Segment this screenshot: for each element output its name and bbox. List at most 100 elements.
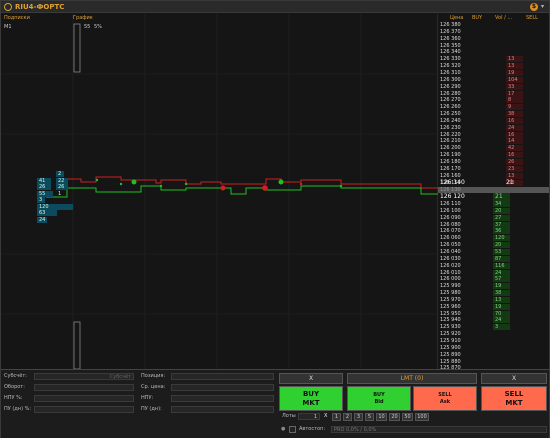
ladder-row[interactable]: 126 110 34 [438,201,549,207]
ladder-row[interactable]: 125 940 24 [438,317,549,324]
bid-volume: 24 [493,317,510,324]
bid-volume: 87 [493,255,510,262]
dollar-icon[interactable]: $ [530,3,538,11]
ladder-row[interactable]: 125 880 [438,359,549,365]
ladder-row[interactable]: 126 080 37 [438,221,549,228]
best-bid-row[interactable]: 126 120 21 [438,193,549,201]
ladder-row[interactable]: 125 910 [438,338,549,344]
sell-ask-button[interactable]: SELL Ask [413,386,477,411]
bid-volume: 19 [493,303,510,310]
ladder-row[interactable]: 126 200 42 [438,145,549,152]
ladder-row[interactable]: 125 980 38 [438,290,549,297]
trade-dot [131,179,137,185]
ladder-row[interactable]: 125 950 70 [438,310,549,317]
ladder-row[interactable]: 126 260 9 [438,104,549,111]
ladder-row[interactable]: 126 210 14 [438,138,549,145]
ladder-row[interactable]: 126 290 33 [438,83,549,90]
subaccount-select[interactable]: Субсчёт [34,373,134,380]
lot-button-5[interactable]: 5 [365,413,374,421]
ladder-row[interactable]: 126 360 [438,36,549,42]
ladder-row[interactable]: 126 220 16 [438,131,549,138]
lot-button-10[interactable]: 10 [376,413,387,421]
ladder-row[interactable]: 126 040 53 [438,248,549,255]
lot-button-100[interactable]: 100 [415,413,429,421]
ladder-row[interactable]: 126 320 13 [438,63,549,70]
ladder-price: 126 000 [440,276,461,283]
bid-volume: 24 [493,269,510,276]
order-book[interactable]: Цена BUY Vol / ... SELL 126 380 126 370 12… [438,14,549,406]
lot-button-2[interactable]: 2 [343,413,352,421]
ladder-row[interactable]: 126 050 20 [438,242,549,249]
ladder-row[interactable]: 126 180 26 [438,159,549,165]
ladder-row[interactable]: 126 010 24 [438,269,549,276]
ladder-row[interactable]: 126 250 38 [438,111,549,118]
lot-button-1[interactable]: 1 [332,413,341,421]
ladder-row[interactable]: 125 920 [438,331,549,337]
ladder-row[interactable]: 126 100 20 [438,207,549,214]
volume-bar-top [73,23,81,73]
ladder-row[interactable]: 126 270 8 [438,97,549,104]
ladder-row[interactable]: 126 230 24 [438,124,549,131]
volume-cell: 24 [37,217,47,223]
ladder-row[interactable]: 126 350 [438,43,549,49]
chevron-down-icon[interactable]: ▾ [541,1,544,13]
ladder-price: 125 940 [440,317,461,324]
timeframe-label: M1 [4,24,12,30]
ladder-row[interactable]: 125 890 [438,352,549,358]
autostop-field[interactable]: PRO 0,0% / 0,0% [331,426,547,433]
buy-bid-button[interactable]: BUY Bid [347,386,411,411]
position-label: Позиция: [141,373,166,379]
ladder-price: 125 980 [440,290,461,297]
ladder-price: 126 330 [440,56,461,63]
bid-volume: 13 [493,296,510,303]
ladder-row[interactable]: 126 160 13 [438,172,549,179]
limit-orders-button[interactable]: LMT (0) [347,373,477,384]
ladder-row[interactable]: 126 170 23 [438,165,549,172]
ladder-row[interactable]: 126 190 16 [438,152,549,159]
ask-volume: 24 [506,124,523,131]
ladder-row[interactable]: 125 960 19 [438,303,549,310]
buy-column-header: BUY [472,15,483,21]
npu-label: НПУ: [141,395,154,401]
ask-volume: 16 [506,131,523,138]
ladder-price: 126 110 [440,201,461,207]
cancel-buy-orders-button[interactable]: X [279,373,343,384]
ladder-row[interactable]: 126 020 116 [438,262,549,269]
ladder-price: 125 910 [440,338,461,344]
price-chart[interactable]: Подписки График M1 55 5% 41 26 55 3 120 … [1,14,438,369]
ladder-row[interactable]: 125 900 [438,345,549,351]
ladder-row[interactable]: 126 330 13 [438,56,549,63]
autostop-checkbox[interactable] [289,426,296,433]
best-bid-volume: 21 [493,193,510,201]
lot-button-3[interactable]: 3 [354,413,363,421]
ladder-row[interactable]: 125 970 13 [438,296,549,303]
ladder-row[interactable]: 125 990 19 [438,283,549,290]
ladder-row[interactable]: 126 070 36 [438,228,549,235]
bid-volume: 37 [493,221,510,228]
lot-button-50[interactable]: 50 [402,413,413,421]
current-price-row[interactable]: 126 140 21 [438,179,549,187]
ladder-row[interactable]: 126 090 27 [438,214,549,221]
ladder-row[interactable]: 126 060 120 [438,235,549,242]
ladder-row[interactable]: 126 240 16 [438,117,549,124]
ask-volume: 38 [506,111,523,118]
ladder-row[interactable]: 126 030 87 [438,255,549,262]
sell-market-button[interactable]: SELL MKT [481,386,547,411]
buy-market-button[interactable]: BUY MKT [279,386,343,411]
cancel-sell-orders-button[interactable]: X [481,373,547,384]
ladder-row[interactable]: 126 340 [438,49,549,55]
ladder-row[interactable]: 125 930 3 [438,324,549,331]
ladder-row[interactable]: 126 310 19 [438,69,549,76]
avg-price-label: Ср. цена: [141,384,166,390]
ladder-row[interactable]: 126 300 104 [438,76,549,83]
lots-input[interactable]: 1 [298,413,320,420]
pu-day-pct-label: ПУ (дн) %: [4,406,32,412]
ladder-row[interactable]: 126 380 [438,22,549,28]
avg-price-field [171,384,274,391]
ladder-price: 126 360 [440,35,461,42]
ladder-row[interactable]: 126 280 17 [438,90,549,97]
ladder-row[interactable]: 126 000 57 [438,276,549,283]
ladder-row[interactable]: 126 370 [438,29,549,35]
lot-button-20[interactable]: 20 [389,413,400,421]
ladder-price: 126 080 [440,221,461,228]
